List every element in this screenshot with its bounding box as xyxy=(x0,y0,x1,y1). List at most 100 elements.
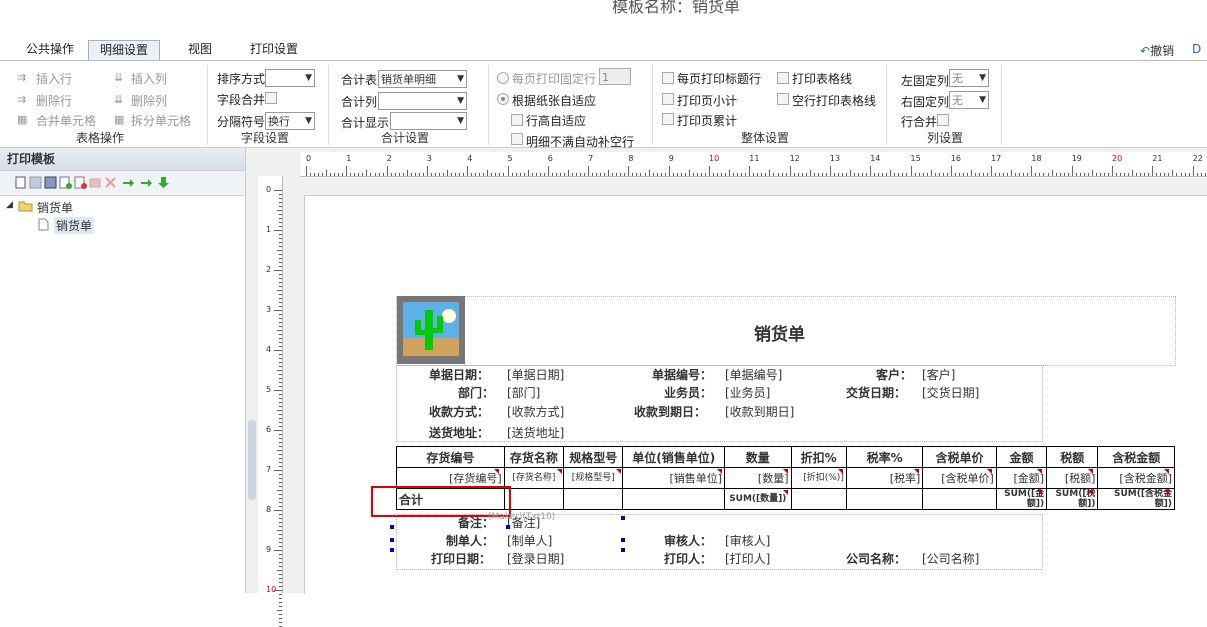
table-cell[interactable]: [税率] xyxy=(845,467,924,489)
column-header[interactable]: 金额 xyxy=(995,446,1048,468)
new-file-icon[interactable] xyxy=(14,176,27,189)
row-height-checkbox[interactable] xyxy=(511,114,523,126)
selection-handle[interactable] xyxy=(621,516,625,520)
column-header[interactable]: 税额 xyxy=(1046,446,1099,468)
separator-select[interactable]: 换行 xyxy=(265,112,315,130)
selection-handle[interactable] xyxy=(506,525,510,529)
field-label[interactable]: 单据日期： xyxy=(429,366,489,383)
close-icon[interactable] xyxy=(104,176,117,189)
subtotal-checkbox[interactable] xyxy=(662,93,674,105)
field-label[interactable]: 收款方式： xyxy=(429,403,489,420)
field-value[interactable]: [公司名称] xyxy=(922,550,979,567)
column-header[interactable]: 规格型号 xyxy=(563,446,624,468)
accumulate-checkbox[interactable] xyxy=(662,113,674,125)
fill-rows-checkbox[interactable] xyxy=(511,133,523,145)
field-value[interactable]: [部门] xyxy=(507,384,540,401)
field-label[interactable]: 审核人： xyxy=(664,532,712,549)
blank-grid-checkbox[interactable] xyxy=(777,93,789,105)
total-table-select[interactable]: 销货单明细 xyxy=(378,70,467,88)
field-value[interactable]: [收款到期日] xyxy=(725,403,794,420)
tree-expand-icon[interactable]: ◢ xyxy=(6,200,13,210)
column-header[interactable]: 折扣% xyxy=(790,446,847,468)
field-value[interactable]: [交货日期] xyxy=(922,384,979,401)
total-display-select[interactable] xyxy=(390,112,467,130)
import-icon[interactable] xyxy=(122,176,135,189)
table-cell[interactable]: [含税单价] xyxy=(922,467,997,489)
field-value[interactable]: [单据编号] xyxy=(725,366,782,383)
column-header[interactable]: 存货编号 xyxy=(396,446,505,468)
table-cell[interactable] xyxy=(845,488,924,510)
field-merge-checkbox[interactable] xyxy=(265,92,277,104)
total-col-select[interactable] xyxy=(378,92,467,110)
tab-print-settings[interactable]: 打印设置 xyxy=(244,40,304,59)
table-cell[interactable]: [存货名称] xyxy=(503,467,565,489)
insert-col-button[interactable]: 插入列 xyxy=(131,70,167,87)
field-label[interactable]: 送货地址： xyxy=(429,424,489,441)
field-label[interactable]: 交货日期： xyxy=(846,384,906,401)
delete-row-button[interactable]: 删除行 xyxy=(36,92,72,109)
row-merge-checkbox[interactable] xyxy=(937,114,949,126)
field-value[interactable]: [业务员] xyxy=(725,384,770,401)
field-label[interactable]: 打印日期： xyxy=(431,550,491,567)
tab-detail-settings[interactable]: 明细设置 xyxy=(88,40,160,60)
save-icon[interactable] xyxy=(29,176,42,189)
edit-icon[interactable] xyxy=(44,176,57,189)
report-title[interactable]: 销货单 xyxy=(754,320,805,345)
auto-fit-radio[interactable] xyxy=(497,93,509,105)
fixed-rows-input[interactable]: 1 xyxy=(599,68,631,85)
column-header[interactable]: 含税单价 xyxy=(922,446,997,468)
merge-cells-button[interactable]: 合并单元格 xyxy=(36,112,96,129)
field-label[interactable]: 收款到期日： xyxy=(634,403,706,420)
column-header[interactable]: 含税金额 xyxy=(1097,446,1175,468)
grid-lines-checkbox[interactable] xyxy=(777,72,789,84)
insert-row-button[interactable]: 插入行 xyxy=(36,70,72,87)
table-cell[interactable]: [数量] xyxy=(724,467,792,489)
table-cell[interactable]: [销售单位] xyxy=(622,467,726,489)
field-label[interactable]: 单据编号： xyxy=(652,366,712,383)
field-label[interactable]: 业务员： xyxy=(664,384,712,401)
delete-col-button[interactable]: 删除列 xyxy=(131,92,167,109)
delete-icon[interactable] xyxy=(74,176,87,189)
tree-root-label[interactable]: 销货单 xyxy=(37,199,73,216)
field-value[interactable]: [登录日期] xyxy=(507,550,564,567)
selection-handle[interactable] xyxy=(621,548,625,552)
field-value[interactable]: [审核人] xyxy=(725,532,770,549)
table-cell[interactable] xyxy=(790,488,847,510)
selection-handle[interactable] xyxy=(621,538,625,542)
field-value[interactable]: [制单人] xyxy=(507,532,552,549)
column-header[interactable]: 单位(销售单位) xyxy=(622,446,726,468)
copy-icon[interactable] xyxy=(89,176,102,189)
panel-splitter[interactable] xyxy=(248,420,256,500)
title-row-checkbox[interactable] xyxy=(662,72,674,84)
sort-select[interactable] xyxy=(265,69,315,87)
tab-view[interactable]: 视图 xyxy=(176,40,224,59)
tree-child-label[interactable]: 销货单 xyxy=(54,217,95,234)
selection-handle[interactable] xyxy=(390,548,394,552)
table-cell[interactable]: [规格型号] xyxy=(563,467,624,489)
field-value[interactable]: [打印人] xyxy=(725,550,770,567)
table-cell[interactable] xyxy=(622,488,726,510)
left-fixed-select[interactable]: 无 xyxy=(949,69,989,87)
tab-common[interactable]: 公共操作 xyxy=(22,40,78,59)
field-value[interactable]: [单据日期] xyxy=(507,366,564,383)
split-cells-button[interactable]: 拆分单元格 xyxy=(131,112,191,129)
table-cell[interactable] xyxy=(503,488,565,510)
column-header[interactable]: 存货名称 xyxy=(503,446,565,468)
field-value[interactable]: [送货地址] xyxy=(507,424,564,441)
column-header[interactable]: 税率% xyxy=(845,446,924,468)
selection-handle[interactable] xyxy=(390,538,394,542)
field-value[interactable]: [收款方式] xyxy=(507,403,564,420)
check-icon[interactable] xyxy=(59,176,72,189)
undo-button[interactable]: ↶撤销 xyxy=(1140,42,1174,59)
right-fixed-select[interactable]: 无 xyxy=(949,91,989,109)
field-value[interactable]: [客户] xyxy=(922,366,955,383)
field-label[interactable]: 打印人： xyxy=(664,550,712,567)
download-icon[interactable] xyxy=(157,176,170,189)
field-label[interactable]: 公司名称： xyxy=(846,550,906,567)
field-label[interactable]: 制单人： xyxy=(446,532,494,549)
export-icon[interactable] xyxy=(140,176,153,189)
selection-handle[interactable] xyxy=(390,525,394,529)
table-cell[interactable] xyxy=(563,488,624,510)
redo-icon[interactable]: D xyxy=(1192,42,1201,56)
field-label[interactable]: 部门： xyxy=(458,384,494,401)
